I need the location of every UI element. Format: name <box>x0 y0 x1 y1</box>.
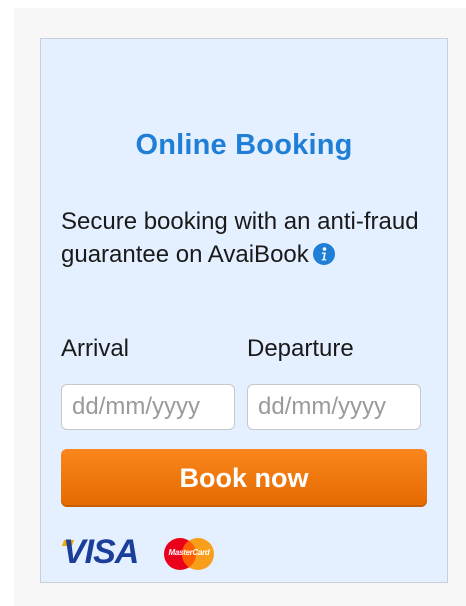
widget-title: Online Booking <box>135 129 353 161</box>
widget-description: Secure booking with an anti-fraud guaran… <box>61 205 421 271</box>
mastercard-text: MasterCard <box>168 548 210 557</box>
departure-date-input[interactable] <box>247 384 421 430</box>
arrival-date-input[interactable] <box>61 384 235 430</box>
info-icon[interactable] <box>312 241 335 265</box>
arrival-label: Arrival <box>61 335 130 362</box>
description-text: Secure booking with an anti-fraud guaran… <box>61 208 419 268</box>
booking-widget: Online Booking Secure booking with an an… <box>40 38 448 583</box>
book-now-button[interactable]: Book now <box>61 449 427 507</box>
mastercard-logo: MasterCard <box>161 537 217 571</box>
visa-text: VISA <box>63 533 139 571</box>
visa-logo: VISA <box>61 533 151 573</box>
departure-label: Departure <box>247 335 354 362</box>
